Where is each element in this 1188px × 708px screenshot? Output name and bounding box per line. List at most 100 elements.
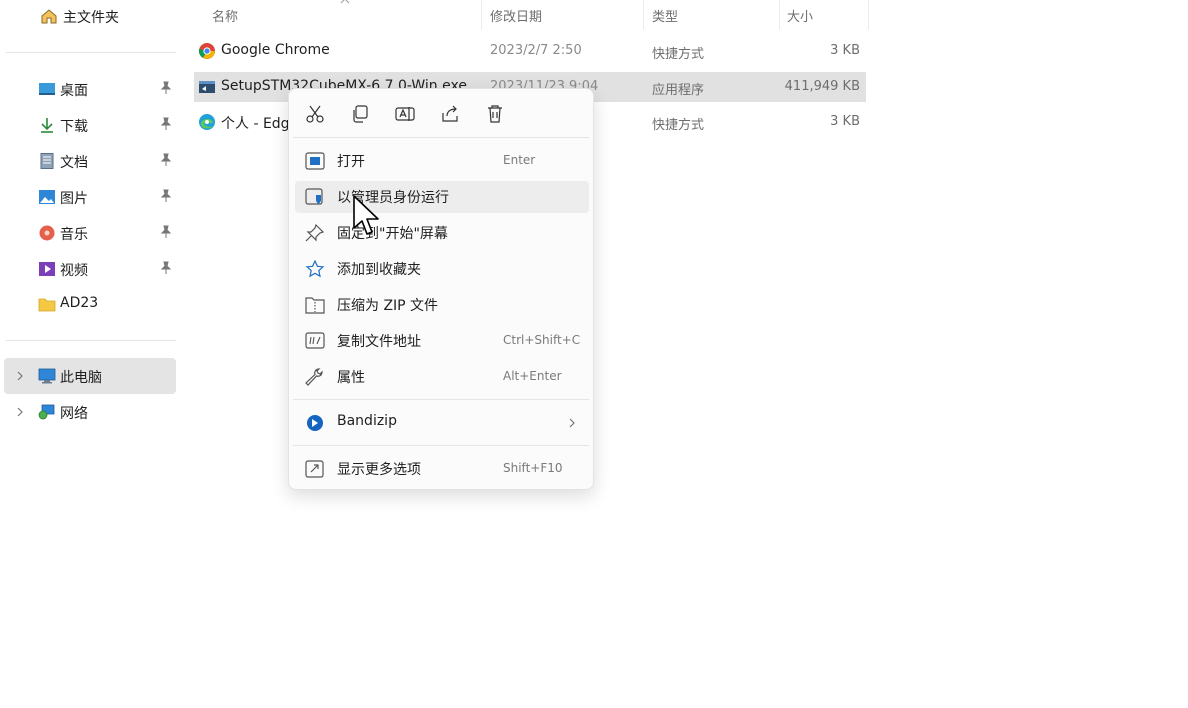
copy-path-icon: [305, 332, 325, 349]
pin-icon[interactable]: [159, 225, 173, 239]
zip-icon: [305, 297, 325, 314]
sidebar-item-network[interactable]: 网络: [4, 394, 176, 430]
chevron-right-icon[interactable]: [14, 405, 26, 419]
column-header-name[interactable]: 名称: [212, 6, 238, 25]
menu-item-compress-zip[interactable]: 压缩为 ZIP 文件: [295, 289, 589, 321]
menu-item-add-to-favorites[interactable]: 添加到收藏夹: [295, 253, 589, 285]
video-icon: [39, 262, 55, 276]
menu-item-label: 显示更多选项: [337, 462, 421, 478]
folder-icon: [38, 298, 56, 312]
menu-item-open[interactable]: 打开 Enter: [295, 145, 589, 177]
pin-icon[interactable]: [159, 81, 173, 95]
sidebar-item-label: AD23: [60, 295, 99, 311]
admin-shield-icon: [305, 188, 323, 205]
mouse-cursor-icon: [353, 195, 379, 235]
menu-item-shortcut: Ctrl+Shift+C: [503, 333, 581, 347]
copy-icon[interactable]: [349, 103, 371, 125]
rename-icon[interactable]: [394, 103, 416, 125]
sidebar-item-desktop[interactable]: 桌面: [4, 71, 176, 107]
menu-item-label: 打开: [337, 154, 365, 170]
menu-separator: [293, 399, 589, 400]
navigation-pane: 主文件夹 桌面 下载 文档 图片 音乐 视频 AD23 此电脑 网络: [0, 0, 180, 708]
network-icon: [38, 404, 55, 420]
menu-separator: [293, 137, 589, 138]
sidebar-item-label: 下载: [60, 119, 88, 135]
file-name: Google Chrome: [221, 42, 330, 58]
file-modified: 2023/2/7 2:50: [490, 43, 582, 58]
menu-separator: [293, 445, 589, 446]
chrome-icon: [198, 43, 215, 59]
menu-item-label: 添加到收藏夹: [337, 262, 421, 278]
menu-item-label: 属性: [337, 370, 365, 386]
sidebar-item-label: 音乐: [60, 227, 88, 243]
column-separator[interactable]: [779, 0, 780, 30]
context-menu: 打开 Enter 以管理员身份运行 固定到"开始"屏幕 添加到收藏夹 压缩为 Z…: [288, 88, 594, 490]
sidebar-item-label: 网络: [60, 406, 88, 422]
column-separator[interactable]: [481, 0, 482, 30]
pin-icon[interactable]: [159, 117, 173, 131]
sidebar-item-music[interactable]: 音乐: [4, 215, 176, 251]
column-separator[interactable]: [868, 0, 869, 30]
edge-icon: [199, 114, 215, 130]
pin-icon[interactable]: [159, 261, 173, 275]
home-icon: [41, 9, 57, 24]
file-size: 3 KB: [830, 43, 860, 58]
column-separator[interactable]: [643, 0, 644, 30]
sidebar-item-pictures[interactable]: 图片: [4, 179, 176, 215]
pin-icon[interactable]: [159, 189, 173, 203]
sidebar-item-this-pc[interactable]: 此电脑: [4, 358, 176, 394]
stm32-installer-icon: [199, 81, 215, 93]
menu-item-show-more-options[interactable]: 显示更多选项 Shift+F10: [295, 453, 589, 485]
chevron-right-icon: [569, 418, 575, 428]
download-icon: [41, 118, 53, 133]
sidebar-item-label: 图片: [60, 191, 88, 207]
computer-icon: [38, 368, 56, 384]
menu-item-label: Bandizip: [337, 413, 397, 429]
picture-icon: [39, 190, 55, 204]
bandizip-icon: [307, 415, 323, 431]
menu-item-pin-to-start[interactable]: 固定到"开始"屏幕: [295, 217, 589, 249]
scissors-icon[interactable]: [304, 103, 326, 125]
sidebar-item-home[interactable]: 主文件夹: [4, 0, 176, 36]
menu-item-label: 复制文件地址: [337, 334, 421, 350]
menu-item-shortcut: Shift+F10: [503, 461, 563, 475]
sidebar-divider: [6, 52, 176, 53]
pin-icon[interactable]: [159, 153, 173, 167]
desktop-icon: [39, 83, 55, 95]
sidebar-item-label: 视频: [60, 263, 88, 279]
sidebar-item-label: 主文件夹: [63, 10, 119, 26]
menu-item-run-as-admin[interactable]: 以管理员身份运行: [295, 181, 589, 213]
share-icon[interactable]: [439, 103, 461, 125]
file-row[interactable]: Google Chrome 2023/2/7 2:50 快捷方式 3 KB: [194, 36, 866, 66]
menu-item-bandizip[interactable]: Bandizip: [295, 407, 589, 439]
more-options-icon: [305, 460, 324, 478]
sidebar-item-downloads[interactable]: 下载: [4, 107, 176, 143]
menu-item-properties[interactable]: 属性 Alt+Enter: [295, 361, 589, 393]
sidebar-item-videos[interactable]: 视频: [4, 251, 176, 287]
file-size: 3 KB: [830, 114, 860, 129]
column-header-modified[interactable]: 修改日期: [490, 6, 542, 25]
sidebar-item-label: 此电脑: [60, 370, 102, 386]
sort-ascending-icon: [340, 0, 350, 4]
music-icon: [39, 225, 55, 241]
wrench-icon: [305, 368, 323, 386]
sidebar-item-documents[interactable]: 文档: [4, 143, 176, 179]
trash-icon[interactable]: [484, 103, 506, 125]
pin-icon: [305, 224, 325, 242]
file-type: 快捷方式: [652, 47, 705, 62]
sidebar-item-label: 文档: [60, 155, 88, 171]
column-header-type[interactable]: 类型: [652, 6, 678, 25]
sidebar-item-ad23[interactable]: AD23: [4, 286, 176, 322]
sidebar-divider: [6, 340, 176, 341]
open-icon: [305, 152, 325, 170]
file-size: 411,949 KB: [784, 79, 860, 94]
menu-item-copy-path[interactable]: 复制文件地址 Ctrl+Shift+C: [295, 325, 589, 357]
column-header-size[interactable]: 大小: [787, 6, 813, 25]
menu-item-shortcut: Alt+Enter: [503, 369, 562, 383]
chevron-right-icon[interactable]: [14, 369, 26, 383]
file-type: 快捷方式: [652, 118, 705, 133]
menu-item-label: 压缩为 ZIP 文件: [337, 298, 439, 314]
document-icon: [40, 153, 54, 169]
sidebar-item-label: 桌面: [60, 83, 88, 99]
menu-item-shortcut: Enter: [503, 153, 536, 167]
